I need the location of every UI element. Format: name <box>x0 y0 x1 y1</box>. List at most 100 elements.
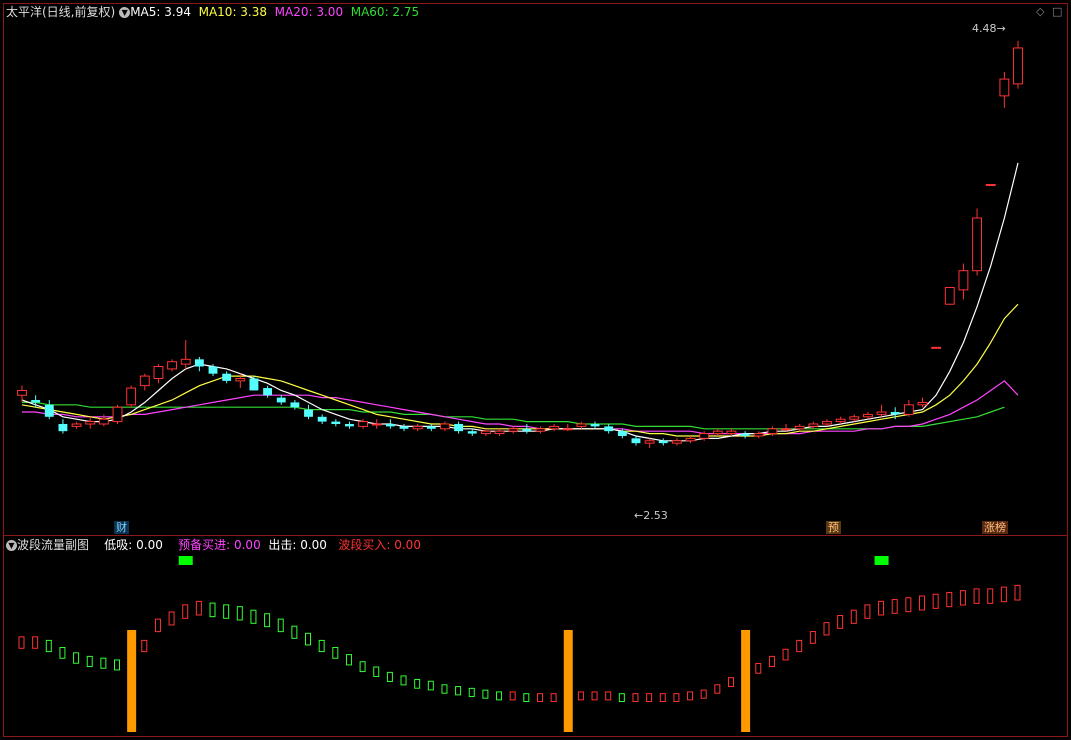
candle-body <box>371 423 382 426</box>
wave-bar <box>714 684 721 694</box>
wave-bar <box>236 606 243 621</box>
candle-body <box>685 437 696 442</box>
candle-body <box>139 375 150 387</box>
wave-bar <box>32 636 39 649</box>
wave-bar <box>264 613 271 628</box>
ma60-line <box>22 401 1005 430</box>
orange-signal-bar <box>563 630 573 732</box>
wave-bar <box>468 687 475 698</box>
wave-bar <box>536 693 543 703</box>
candle-body <box>17 389 27 396</box>
wave-bar <box>850 609 857 624</box>
candle-body <box>304 409 313 417</box>
candle-body <box>222 373 232 381</box>
wave-bar <box>427 680 434 691</box>
candle-body <box>317 416 327 422</box>
candle-body <box>699 433 710 439</box>
wave-bar <box>864 604 871 619</box>
wave-bar <box>86 655 93 668</box>
wave-bar <box>18 636 25 649</box>
candle-body <box>549 425 560 430</box>
wave-bar <box>45 639 52 653</box>
wave-bar <box>687 691 694 701</box>
candle-body <box>644 440 655 444</box>
candle-body <box>58 423 68 432</box>
candle-body <box>235 377 246 382</box>
wave-bar <box>727 677 734 688</box>
wave-bar <box>59 647 66 659</box>
orange-signal-bar <box>127 630 137 732</box>
wave-bar <box>305 632 312 646</box>
candle-body <box>345 423 354 427</box>
wave-bar <box>755 662 762 674</box>
wave-bar <box>891 599 898 614</box>
candle-body <box>658 440 668 444</box>
wave-bar <box>837 615 844 629</box>
candle-body <box>331 421 341 424</box>
wave-bar <box>918 595 925 611</box>
wave-bar <box>373 666 380 678</box>
wave-bar <box>987 588 994 604</box>
wave-bar <box>782 648 789 661</box>
wave-bar <box>223 604 230 619</box>
candle-body <box>781 428 791 431</box>
candle-body <box>631 438 641 444</box>
kline-chart[interactable] <box>0 0 1071 740</box>
wave-bar <box>523 693 530 703</box>
candle-body <box>71 423 82 427</box>
candle-body <box>358 421 369 427</box>
wave-bar <box>496 691 503 701</box>
wave-bar <box>796 639 803 653</box>
candle-body <box>412 425 423 430</box>
wave-bar <box>154 618 161 633</box>
wave-bar <box>700 689 707 699</box>
candle-body <box>604 426 614 432</box>
wave-bar <box>1000 586 1007 603</box>
wave-bar <box>73 652 80 664</box>
candle-body <box>576 423 587 427</box>
candle-body <box>426 426 436 429</box>
candle-body <box>835 418 846 423</box>
candle-body <box>399 426 409 429</box>
wave-bar <box>386 671 393 683</box>
candle-body <box>290 402 300 408</box>
candle-body <box>671 440 682 444</box>
wave-bar <box>659 693 666 703</box>
candle-body <box>153 366 164 379</box>
candle-body <box>590 423 600 427</box>
candle-body <box>726 430 737 435</box>
candle-body <box>85 421 96 425</box>
candle-body <box>808 423 819 427</box>
candle-body <box>31 400 41 403</box>
candle-body <box>440 423 450 430</box>
wave-bar <box>182 604 189 619</box>
candle-body <box>208 366 218 374</box>
wave-bar <box>618 693 625 703</box>
candle-body <box>944 286 955 305</box>
wave-bar <box>509 691 516 701</box>
candle-body <box>862 413 873 418</box>
candle-body <box>249 378 259 391</box>
green-signal-block <box>178 556 193 565</box>
wave-bar <box>359 661 366 673</box>
candle-body <box>126 387 137 406</box>
candle-body <box>508 428 519 432</box>
wave-bar <box>400 675 407 686</box>
candle-body <box>454 423 464 432</box>
candle-body <box>180 358 191 365</box>
candle-body <box>467 431 477 434</box>
wave-bar <box>100 657 107 669</box>
wave-bar <box>878 600 885 616</box>
wave-bar <box>195 600 202 616</box>
candle-body <box>276 397 286 403</box>
candle-body <box>767 428 778 435</box>
candle-body <box>903 404 914 415</box>
wave-bar <box>141 639 148 653</box>
candle-body <box>890 412 900 415</box>
candle-body <box>999 78 1010 97</box>
wave-bar <box>1014 584 1021 601</box>
candle-body <box>958 270 969 291</box>
wave-bar <box>632 693 639 703</box>
wave-bar <box>168 611 175 626</box>
wave-bar <box>673 693 680 703</box>
